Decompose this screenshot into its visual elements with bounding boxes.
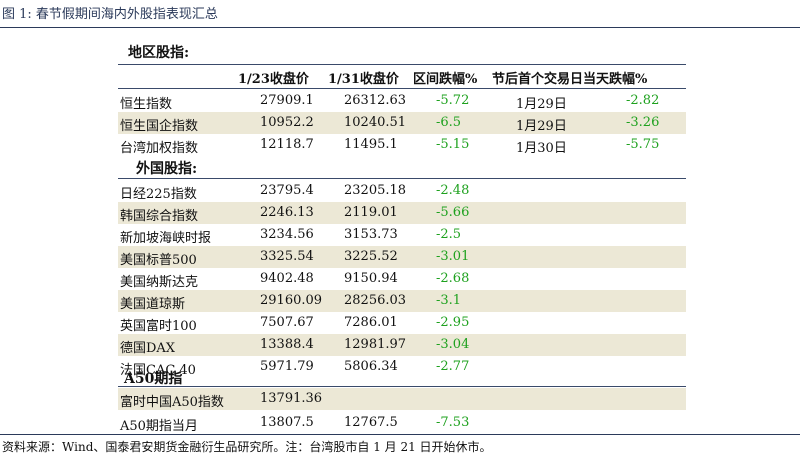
close-131: 12981.97 (344, 337, 407, 352)
close-131: 3153.73 (344, 227, 398, 242)
close-131: 10240.51 (344, 115, 407, 130)
index-name: 恒生国企指数 (120, 119, 199, 134)
close-123: 13791.36 (260, 391, 323, 406)
section-divider (118, 64, 686, 65)
table-row: 台湾加权指数 12118.7 11495.1 -5.15 1月30日 -5.75 (118, 134, 686, 156)
range-change: -7.53 (436, 415, 470, 430)
close-123: 27909.1 (260, 93, 314, 108)
close-123: 23795.4 (260, 183, 314, 198)
index-name: 台湾加权指数 (120, 141, 199, 156)
close-131: 23205.18 (344, 183, 407, 198)
section-divider (118, 178, 686, 179)
range-change: -5.66 (436, 205, 470, 220)
close-123: 2246.13 (260, 205, 314, 220)
range-change: -3.1 (436, 293, 462, 308)
close-131: 7286.01 (344, 315, 398, 330)
close-131: 26312.63 (344, 93, 407, 108)
index-name: A50期指当月 (120, 419, 198, 434)
header-divider (118, 88, 686, 89)
range-change: -2.77 (436, 359, 470, 374)
index-name: 韩国综合指数 (120, 209, 199, 224)
close-123: 10952.2 (260, 115, 314, 130)
table-row: 美国标普500 3325.54 3225.52 -3.01 (118, 246, 686, 268)
table-row: 德国DAX 13388.4 12981.97 -3.04 (118, 334, 686, 356)
first-trading-date: 1月30日 (516, 141, 567, 156)
table-row: 韩国综合指数 2246.13 2119.01 -5.66 (118, 202, 686, 224)
first-day-change: -2.82 (626, 93, 660, 108)
index-name: 美国标普500 (120, 253, 197, 268)
bottom-rule (0, 434, 800, 435)
index-name: 日经225指数 (120, 187, 197, 202)
table-row: 日经225指数 23795.4 23205.18 -2.48 (118, 180, 686, 202)
close-123: 13388.4 (260, 337, 314, 352)
col-header-first-day-change: 节后首个交易日当天跌幅% (492, 72, 648, 87)
table-row: 美国纳斯达克 9402.48 9150.94 -2.68 (118, 268, 686, 290)
close-123: 5971.79 (260, 359, 314, 374)
index-name: 美国道琼斯 (120, 297, 186, 312)
range-change: -3.04 (436, 337, 470, 352)
table-row: 富时中国A50指数 13791.36 (118, 388, 686, 410)
range-change: -2.68 (436, 271, 470, 286)
close-123: 13807.5 (260, 415, 314, 430)
table-row: 英国富时100 7507.67 7286.01 -2.95 (118, 312, 686, 334)
range-change: -6.5 (436, 115, 462, 130)
range-change: -2.5 (436, 227, 462, 242)
range-change: -5.15 (436, 137, 470, 152)
index-name: 富时中国A50指数 (120, 395, 224, 410)
col-header-close-123: 1/23收盘价 (238, 72, 309, 87)
table-row: 恒生国企指数 10952.2 10240.51 -6.5 1月29日 -3.26 (118, 112, 686, 134)
index-name: 美国纳斯达克 (120, 275, 199, 290)
close-131: 12767.5 (344, 415, 398, 430)
figure-title: 图 1: 春节假期间海内外股指表现汇总 (2, 7, 218, 22)
close-123: 12118.7 (260, 137, 314, 152)
top-rule (0, 27, 800, 28)
close-123: 7507.67 (260, 315, 314, 330)
range-change: -3.01 (436, 249, 470, 264)
close-131: 3225.52 (344, 249, 398, 264)
index-name: 新加坡海峡时报 (120, 231, 212, 246)
section-region-title: 地区股指: (128, 45, 190, 61)
first-trading-date: 1月29日 (516, 119, 567, 134)
table-row: 恒生指数 27909.1 26312.63 -5.72 1月29日 -2.82 (118, 90, 686, 112)
col-header-close-131: 1/31收盘价 (328, 72, 399, 87)
index-name: 德国DAX (120, 341, 176, 356)
section-a50-title: A50期指 (124, 371, 183, 387)
close-123: 9402.48 (260, 271, 314, 286)
close-123: 3325.54 (260, 249, 314, 264)
close-123: 29160.09 (260, 293, 323, 308)
table-row: 法国CAC 40 5971.79 5806.34 -2.77 (118, 356, 686, 378)
table-row: A50期指当月 13807.5 12767.5 -7.53 (118, 412, 686, 434)
first-trading-date: 1月29日 (516, 97, 567, 112)
close-131: 11495.1 (344, 137, 398, 152)
range-change: -2.95 (436, 315, 470, 330)
range-change: -5.72 (436, 93, 470, 108)
close-131: 2119.01 (344, 205, 398, 220)
index-name: 恒生指数 (120, 97, 173, 112)
close-131: 5806.34 (344, 359, 398, 374)
range-change: -2.48 (436, 183, 470, 198)
close-131: 9150.94 (344, 271, 398, 286)
close-131: 28256.03 (344, 293, 407, 308)
table-row: 新加坡海峡时报 3234.56 3153.73 -2.5 (118, 224, 686, 246)
first-day-change: -3.26 (626, 115, 660, 130)
section-divider (118, 386, 686, 387)
index-name: 英国富时100 (120, 319, 197, 334)
table-row: 美国道琼斯 29160.09 28256.03 -3.1 (118, 290, 686, 312)
first-day-change: -5.75 (626, 137, 660, 152)
source-note: 资料来源：Wind、国泰君安期货金融衍生品研究所。注：台湾股市自 1 月 21 … (2, 440, 492, 454)
col-header-range-change: 区间跌幅% (413, 72, 478, 87)
section-foreign-title: 外国股指: (136, 161, 198, 177)
close-123: 3234.56 (260, 227, 314, 242)
